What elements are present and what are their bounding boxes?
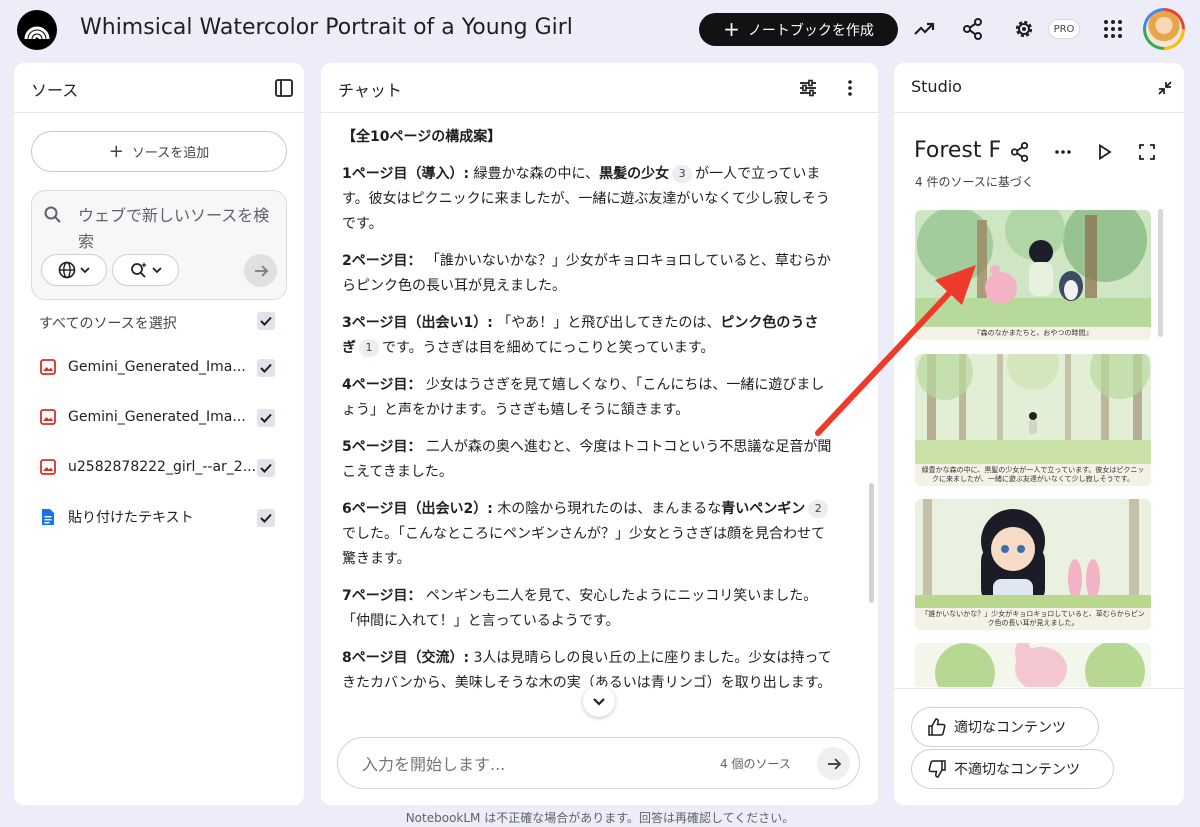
disclaimer-text: NotebookLM は不正確な場合があります。回答は再確認してください。	[405, 811, 795, 825]
annotation-arrow	[815, 265, 976, 436]
